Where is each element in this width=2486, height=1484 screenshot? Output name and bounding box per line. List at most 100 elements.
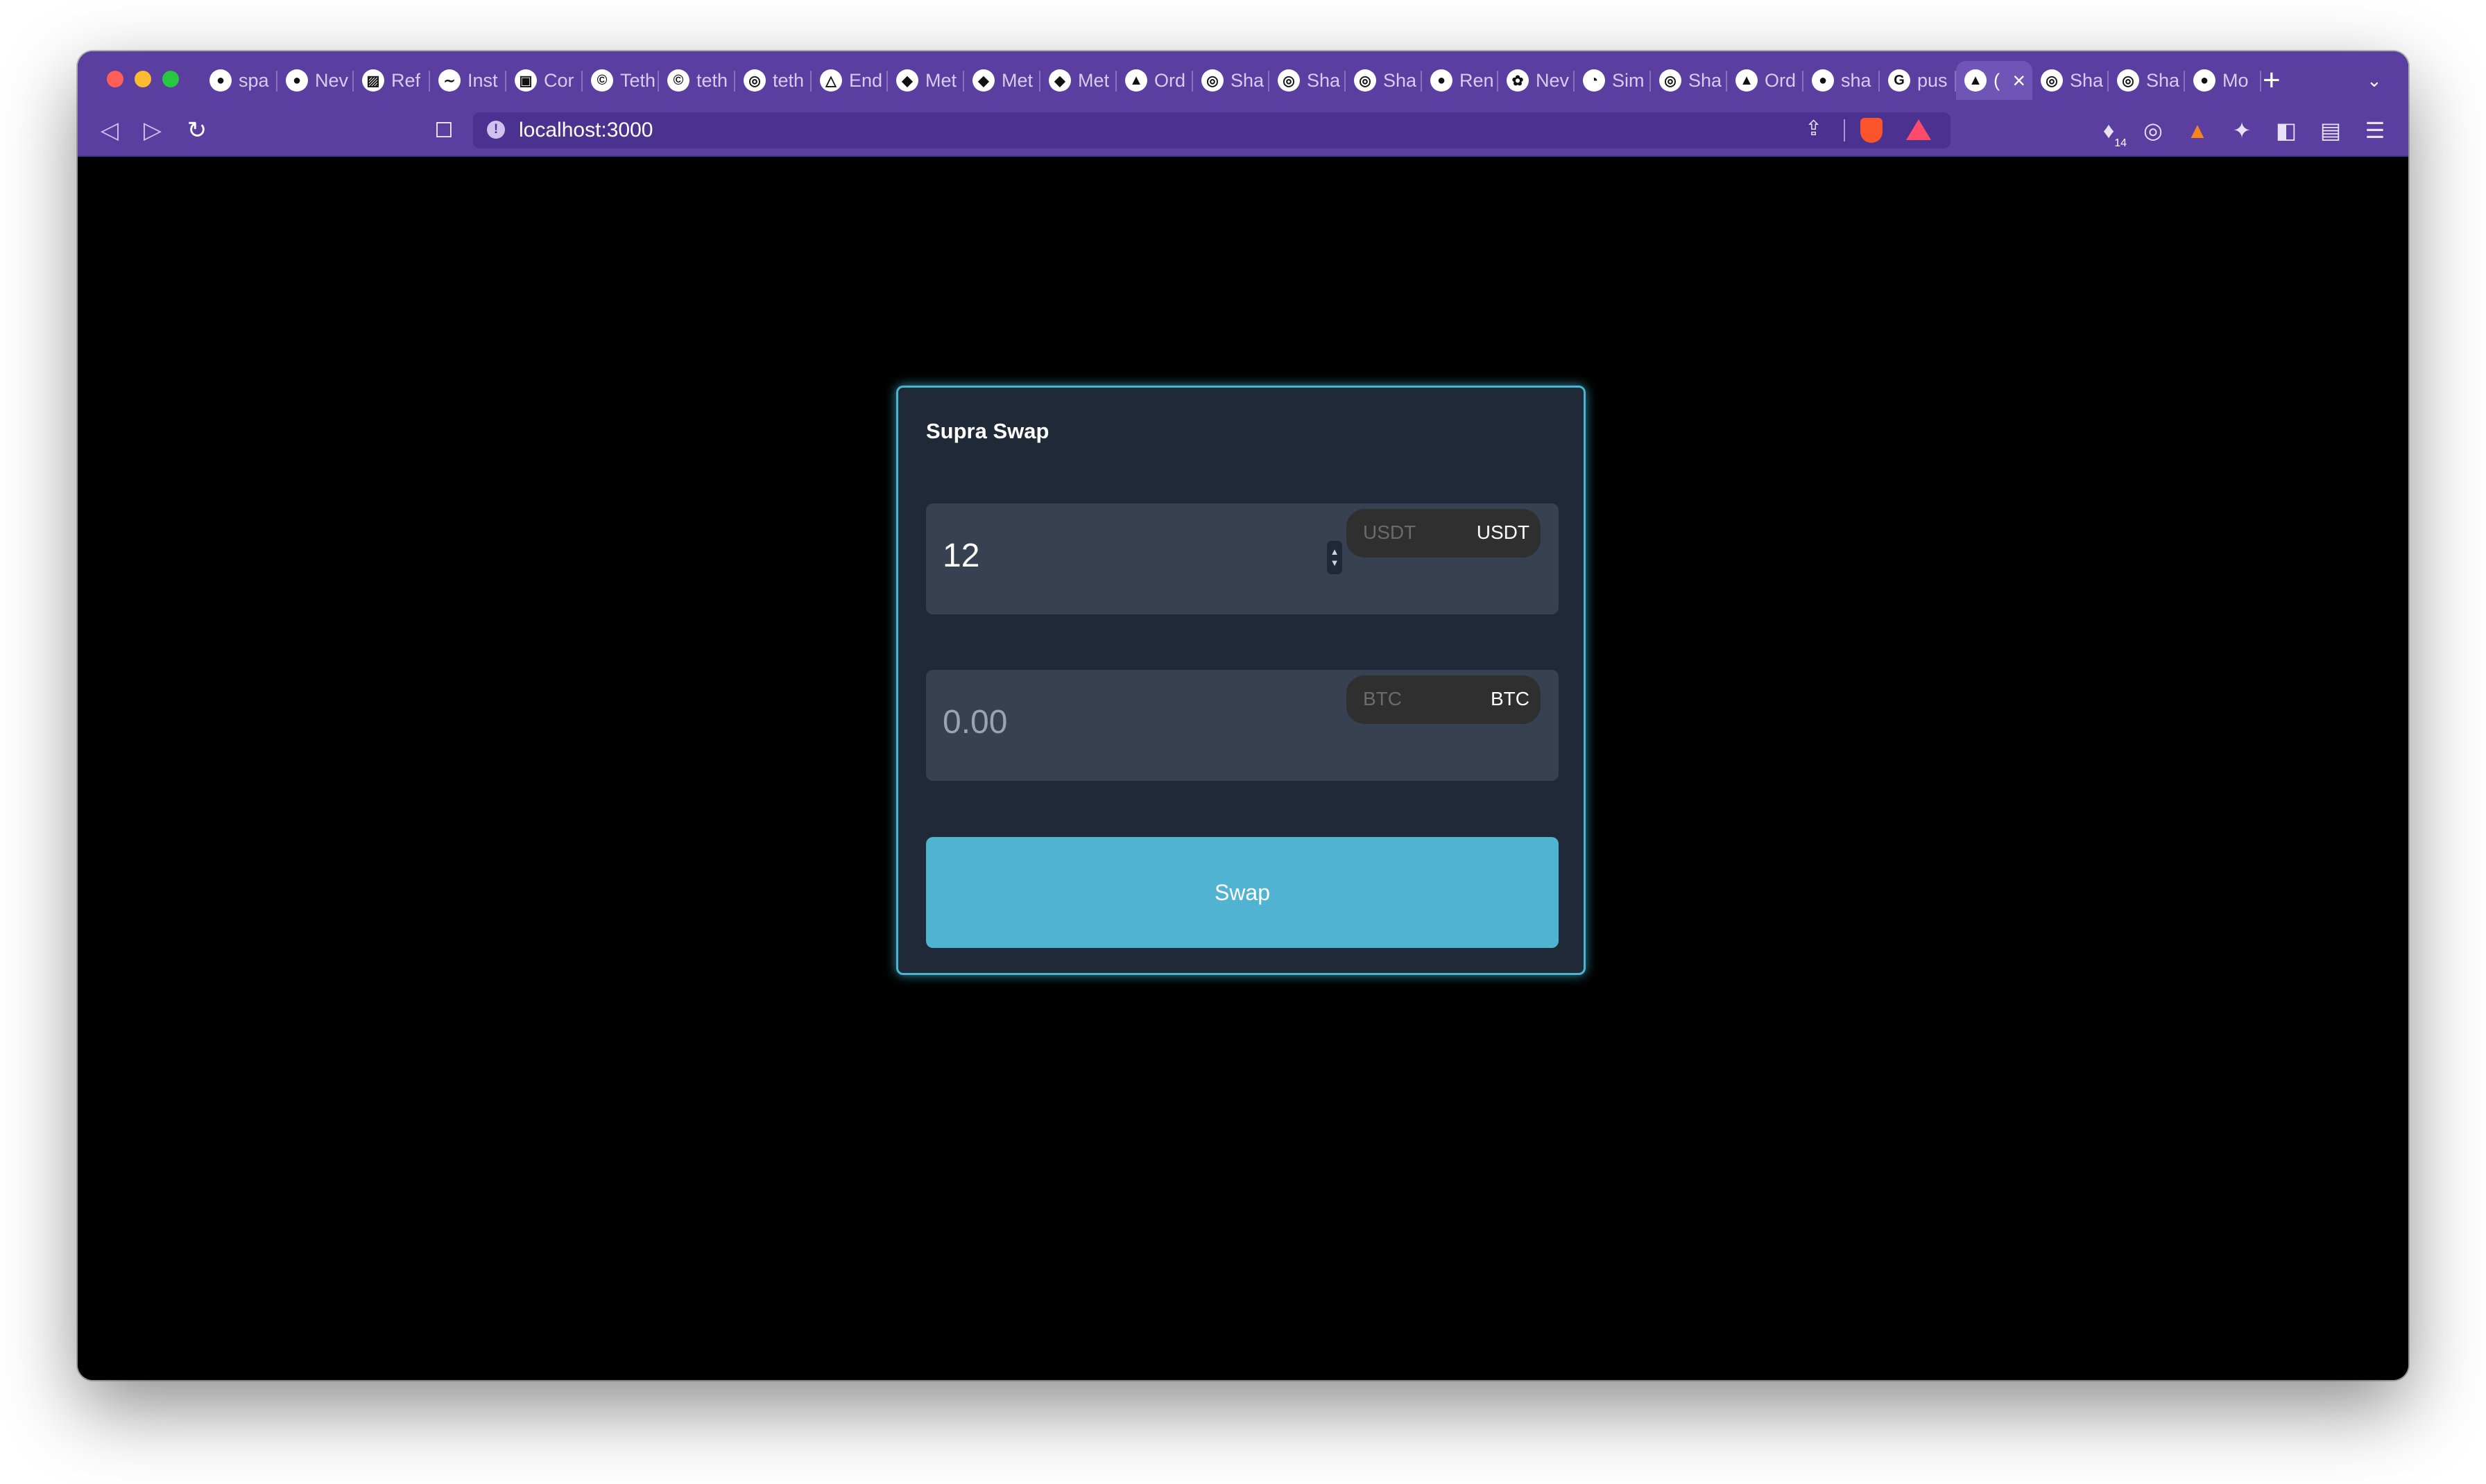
wallet-icon[interactable]: ▤: [2313, 112, 2349, 148]
tab-label: (: [1994, 69, 2000, 91]
browser-tab[interactable]: © teth: [659, 61, 735, 100]
to-amount-field[interactable]: 0.00 BTC BTC: [926, 670, 1559, 781]
tab-bar: ● spa ● Nev ▨ Ref ∼ Inst ▣ Cor © Teth © teth ◎ teth △ End…: [78, 51, 2408, 105]
close-tab-icon[interactable]: ×: [2012, 68, 2025, 94]
browser-tab[interactable]: ▲ Ord: [1727, 61, 1803, 100]
browser-tab[interactable]: △ End: [812, 61, 888, 100]
tab-label: teth: [696, 69, 728, 91]
from-token-value: USDT: [1476, 521, 1529, 543]
browser-tab[interactable]: ▣ Cor: [506, 61, 583, 100]
browser-toolbar: ◁ ▷ ↻ ☐ ! localhost:3000 ⇪ ♦ 14 ◎ ▲ ✦ ◧ ▤…: [78, 105, 2408, 157]
close-window-icon[interactable]: [107, 71, 123, 87]
tab-label: Sha: [1231, 69, 1265, 91]
browser-tab[interactable]: ◔ Sim: [1575, 61, 1651, 100]
browser-window: ● spa ● Nev ▨ Ref ∼ Inst ▣ Cor © Teth © teth ◎ teth △ End…: [78, 51, 2408, 1380]
minimize-window-icon[interactable]: [135, 71, 151, 87]
browser-tab[interactable]: ◆ Met: [1040, 61, 1117, 100]
browser-tab[interactable]: ◎ Sha: [2109, 61, 2185, 100]
browser-tab[interactable]: Gpus: [1880, 61, 1956, 100]
browser-tab[interactable]: ▲ ( ×: [1956, 61, 2032, 100]
browser-tab[interactable]: ✿ Nev: [1498, 61, 1575, 100]
browser-tab[interactable]: ● sha: [1803, 61, 1880, 100]
fox-icon: ◆: [972, 69, 995, 92]
extension-icon[interactable]: ♦ 14: [2091, 112, 2127, 150]
github-icon: ●: [286, 69, 308, 92]
brave-shields-icon[interactable]: [1860, 118, 1883, 143]
tab-label: pus: [1917, 69, 1948, 91]
globe-icon: ◎: [2117, 69, 2139, 92]
browser-tab[interactable]: ◎ Sha: [1346, 61, 1422, 100]
to-token-value: BTC: [1491, 688, 1529, 709]
tab-label: Met: [925, 69, 957, 91]
browser-tab[interactable]: ◎ Sha: [1651, 61, 1727, 100]
browser-tab[interactable]: ◎ teth: [735, 61, 812, 100]
brave-rewards-icon[interactable]: [1906, 119, 1931, 140]
browser-tab[interactable]: ◎ Sha: [1193, 61, 1269, 100]
new-tab-button[interactable]: +: [2263, 61, 2281, 100]
site-info-icon[interactable]: !: [487, 121, 505, 139]
tab-label: Mo: [2222, 69, 2249, 91]
warning-icon: △: [820, 69, 842, 92]
tab-label: Met: [1002, 69, 1034, 91]
back-arrow-icon[interactable]: ◁: [92, 112, 128, 148]
tab-strip: ● spa ● Nev ▨ Ref ∼ Inst ▣ Cor © Teth © teth ◎ teth △ End…: [201, 61, 2261, 100]
from-amount-field[interactable]: 12 ▲ ▼ USDT USDT: [926, 503, 1559, 614]
tab-label: End: [849, 69, 883, 91]
menu-icon[interactable]: ☰: [2357, 112, 2393, 148]
to-amount-placeholder[interactable]: 0.00: [943, 703, 1007, 741]
metamask-icon[interactable]: ▲: [2179, 112, 2215, 148]
address-bar[interactable]: ! localhost:3000 ⇪: [473, 112, 1951, 148]
target-extension-icon[interactable]: ◎: [2135, 112, 2171, 148]
browser-tab[interactable]: ◎ Sha: [1269, 61, 1346, 100]
openai-icon: ✿: [1507, 69, 1529, 92]
browser-tab[interactable]: ◆ Met: [964, 61, 1040, 100]
from-token-placeholder: USDT: [1363, 521, 1416, 543]
tab-search-chevron-icon[interactable]: ⌄: [2367, 61, 2382, 100]
swap-button[interactable]: Swap: [926, 837, 1559, 948]
fox-icon: ◆: [1049, 69, 1071, 92]
coin-icon: ©: [591, 69, 613, 92]
to-token-select[interactable]: BTC BTC: [1346, 675, 1541, 724]
bookmark-icon[interactable]: ☐: [426, 112, 462, 148]
tab-label: Ref: [391, 69, 421, 91]
tab-label: Cor: [544, 69, 574, 91]
browser-tab[interactable]: ● Ren: [1422, 61, 1498, 100]
page-viewport: Supra Swap 12 ▲ ▼ USDT USDT 0.00 BTC BTC …: [78, 157, 2408, 1380]
reload-icon[interactable]: ↻: [179, 112, 215, 148]
address-text[interactable]: localhost:3000: [519, 118, 653, 143]
github-icon: ●: [1812, 69, 1834, 92]
tab-label: Sim: [1612, 69, 1645, 91]
tailwind-icon: ∼: [438, 69, 461, 92]
browser-tab[interactable]: ▨ Ref: [354, 61, 430, 100]
tab-label: sha: [1841, 69, 1871, 91]
browser-tab[interactable]: ● Nev: [277, 61, 354, 100]
browser-tab[interactable]: ● spa: [201, 61, 277, 100]
browser-tab[interactable]: ▲ Ord: [1117, 61, 1193, 100]
tab-label: teth: [773, 69, 805, 91]
sidebar-toggle-icon[interactable]: ◧: [2268, 112, 2304, 148]
triangle-icon: ▲: [1125, 69, 1147, 92]
google-icon: G: [1888, 69, 1910, 92]
from-amount-value[interactable]: 12: [943, 537, 979, 575]
browser-tab[interactable]: ◎ Sha: [2032, 61, 2109, 100]
globe-icon: ◎: [2041, 69, 2063, 92]
browser-tab[interactable]: ∼ Inst: [430, 61, 506, 100]
github-icon: ●: [2193, 69, 2215, 92]
amount-stepper[interactable]: ▲ ▼: [1327, 541, 1342, 574]
browser-tab[interactable]: ◆ Met: [888, 61, 964, 100]
puzzle-extensions-icon[interactable]: ✦: [2224, 112, 2260, 148]
browser-tab[interactable]: ● Mo: [2185, 61, 2261, 100]
address-divider: [1844, 119, 1845, 141]
maximize-window-icon[interactable]: [162, 71, 179, 87]
browser-tab[interactable]: © Teth: [583, 61, 659, 100]
share-icon[interactable]: ⇪: [1805, 117, 1822, 141]
globe-icon: ◎: [1201, 69, 1224, 92]
drop-icon: ◔: [1583, 69, 1605, 92]
swap-title: Supra Swap: [926, 419, 1049, 443]
forward-arrow-icon[interactable]: ▷: [135, 112, 171, 148]
tab-label: Sha: [1383, 69, 1417, 91]
triangle-icon: ▲: [1964, 69, 1987, 92]
tab-label: spa: [239, 69, 269, 91]
from-token-select[interactable]: USDT USDT: [1346, 509, 1541, 558]
tab-label: Sha: [1688, 69, 1722, 91]
